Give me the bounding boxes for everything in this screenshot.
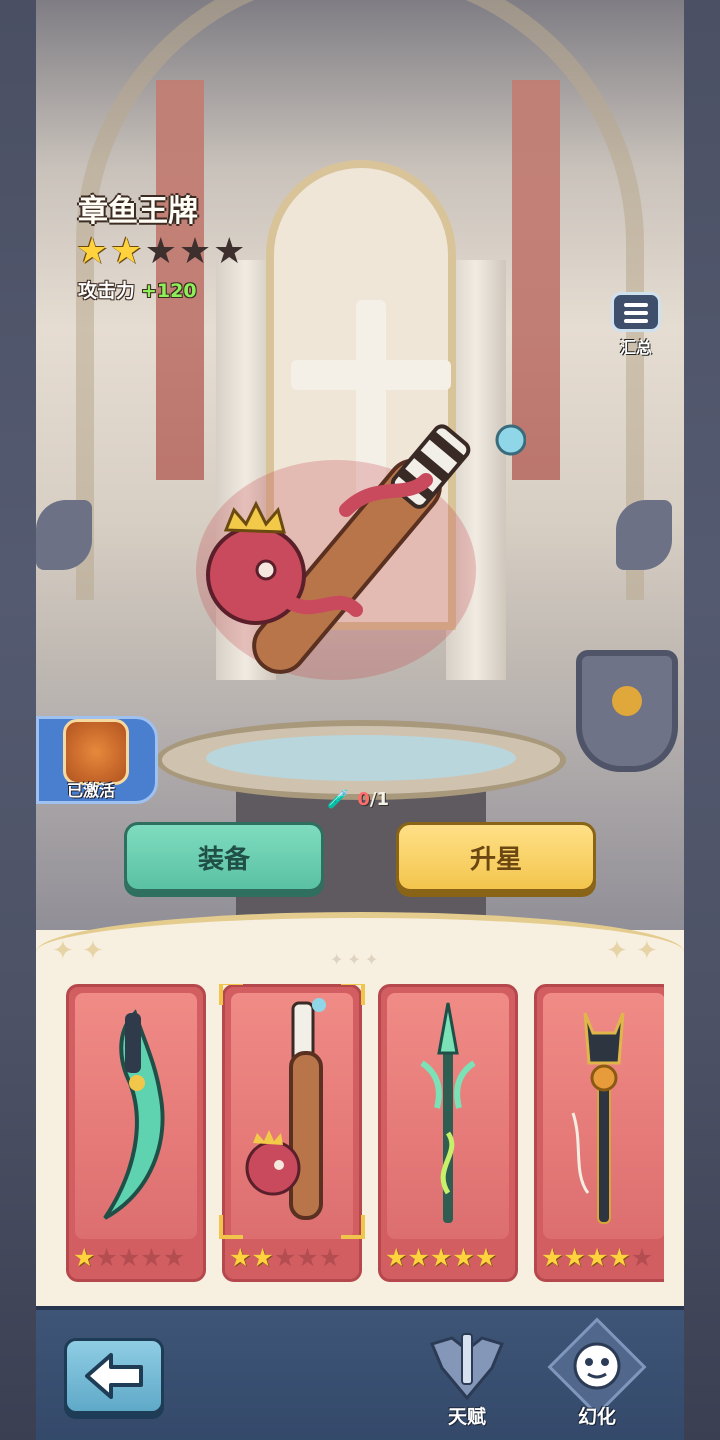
star-empty-icon: ★	[630, 1243, 654, 1272]
star-filled-icon: ★	[474, 1243, 498, 1272]
game-screen: 章鱼王牌 ★ ★ ★ ★ ★ 攻击力 +120 汇总 已激活 🧪 0/1 装备 升星 ✦ …	[36, 0, 684, 1440]
star-empty-icon: ★	[144, 231, 177, 272]
mask-icon	[573, 1342, 621, 1390]
upgrade-star-button[interactable]: 升星	[396, 822, 596, 892]
star-empty-icon: ★	[95, 1243, 118, 1272]
star-filled-icon: ★	[608, 1243, 631, 1272]
star-empty-icon: ★	[140, 1243, 163, 1272]
tab-talent[interactable]: 天赋	[422, 1328, 512, 1428]
featured-weapon-octopus-club	[196, 424, 526, 680]
star-filled-icon: ★	[541, 1243, 564, 1272]
material-total: /1	[369, 788, 390, 810]
list-icon	[611, 292, 661, 332]
star-filled-icon: ★	[407, 1243, 430, 1272]
arrow-left-icon	[85, 1353, 143, 1399]
shield-sword-icon	[429, 1333, 505, 1401]
weapon-card-octopus-club[interactable]: ★ ★ ★ ★ ★	[219, 984, 365, 1282]
star-filled-icon: ★	[563, 1243, 586, 1272]
sparkle-icon: ✦ ✦	[606, 936, 658, 966]
shield-decoration	[576, 650, 678, 772]
star-filled-icon: ★	[251, 1243, 274, 1272]
star-filled-icon: ★	[585, 1243, 609, 1272]
card-star-rating: ★ ★ ★ ★ ★	[385, 1243, 497, 1273]
activated-label: 已激活	[67, 781, 116, 800]
axe-decoration	[616, 500, 672, 570]
star-filled-icon: ★	[73, 1243, 96, 1272]
octopus-club-icon	[245, 998, 326, 1220]
pedestal-glow	[206, 735, 516, 781]
tab-transform-label: 幻化	[577, 1406, 616, 1428]
weapon-card-jade-trident[interactable]: ★ ★ ★ ★ ★	[378, 984, 518, 1282]
star-filled-icon: ★	[110, 231, 143, 272]
jade-trident-icon	[420, 1002, 476, 1223]
material-counter: 🧪 0/1	[298, 786, 418, 812]
star-empty-icon: ★	[213, 231, 246, 272]
anubis-staff-icon	[571, 1012, 625, 1224]
equip-button[interactable]: 装备	[124, 822, 324, 892]
weapon-card-list: ★ ★ ★ ★ ★ ★ ★ ★ ★ ★ ★ ★ ★ ★ ★ ★ ★ ★ ★ ★	[66, 984, 664, 1284]
left-backdrop	[0, 0, 36, 1440]
right-backdrop	[684, 0, 720, 1440]
panel-arch	[36, 912, 684, 982]
star-empty-icon: ★	[318, 1243, 342, 1272]
item-name: 章鱼王牌	[78, 194, 198, 229]
tab-talent-label: 天赋	[447, 1406, 486, 1428]
attack-stat: 攻击力 +120	[78, 276, 197, 303]
star-empty-icon: ★	[117, 1243, 141, 1272]
weapon-card-jade-scimitar[interactable]: ★ ★ ★ ★ ★	[66, 984, 206, 1282]
summary-label: 汇总	[619, 338, 652, 357]
tab-transform[interactable]: 幻化	[547, 1317, 647, 1428]
star-filled-icon: ★	[76, 231, 109, 272]
star-filled-icon: ★	[452, 1243, 475, 1272]
axe-decoration	[36, 500, 92, 570]
material-current: 0	[357, 788, 370, 810]
back-button[interactable]	[64, 1338, 164, 1414]
bottom-nav-bar: 天赋 幻化	[36, 1306, 684, 1440]
card-star-rating: ★ ★ ★ ★ ★	[541, 1243, 653, 1273]
card-star-rating: ★ ★ ★ ★ ★	[73, 1243, 185, 1273]
star-filled-icon: ★	[429, 1243, 453, 1272]
star-filled-icon: ★	[229, 1243, 252, 1272]
star-filled-icon: ★	[385, 1243, 408, 1272]
sun-emblem-icon	[612, 686, 642, 716]
attack-value: +120	[141, 280, 197, 302]
star-empty-icon: ★	[296, 1243, 319, 1272]
card-star-rating: ★ ★ ★ ★ ★	[229, 1243, 341, 1273]
weapon-card-anubis-staff[interactable]: ★ ★ ★ ★ ★	[534, 984, 664, 1282]
sparkle-icon: ✦ ✦	[52, 936, 104, 966]
bottle-icon: 🧪	[326, 788, 350, 810]
item-star-rating: ★ ★ ★ ★ ★	[76, 234, 245, 270]
star-empty-icon: ★	[273, 1243, 297, 1272]
star-empty-icon: ★	[178, 231, 212, 272]
jade-scimitar-icon	[103, 1009, 165, 1220]
activated-badge[interactable]: 已激活	[36, 716, 158, 804]
sparkle-dots: ✦✦✦	[330, 950, 383, 969]
sword-relief-guard	[291, 360, 451, 390]
star-empty-icon: ★	[162, 1243, 186, 1272]
summary-button[interactable]: 汇总	[610, 292, 662, 357]
attack-label: 攻击力	[78, 280, 136, 302]
flame-figure-icon	[63, 719, 129, 785]
